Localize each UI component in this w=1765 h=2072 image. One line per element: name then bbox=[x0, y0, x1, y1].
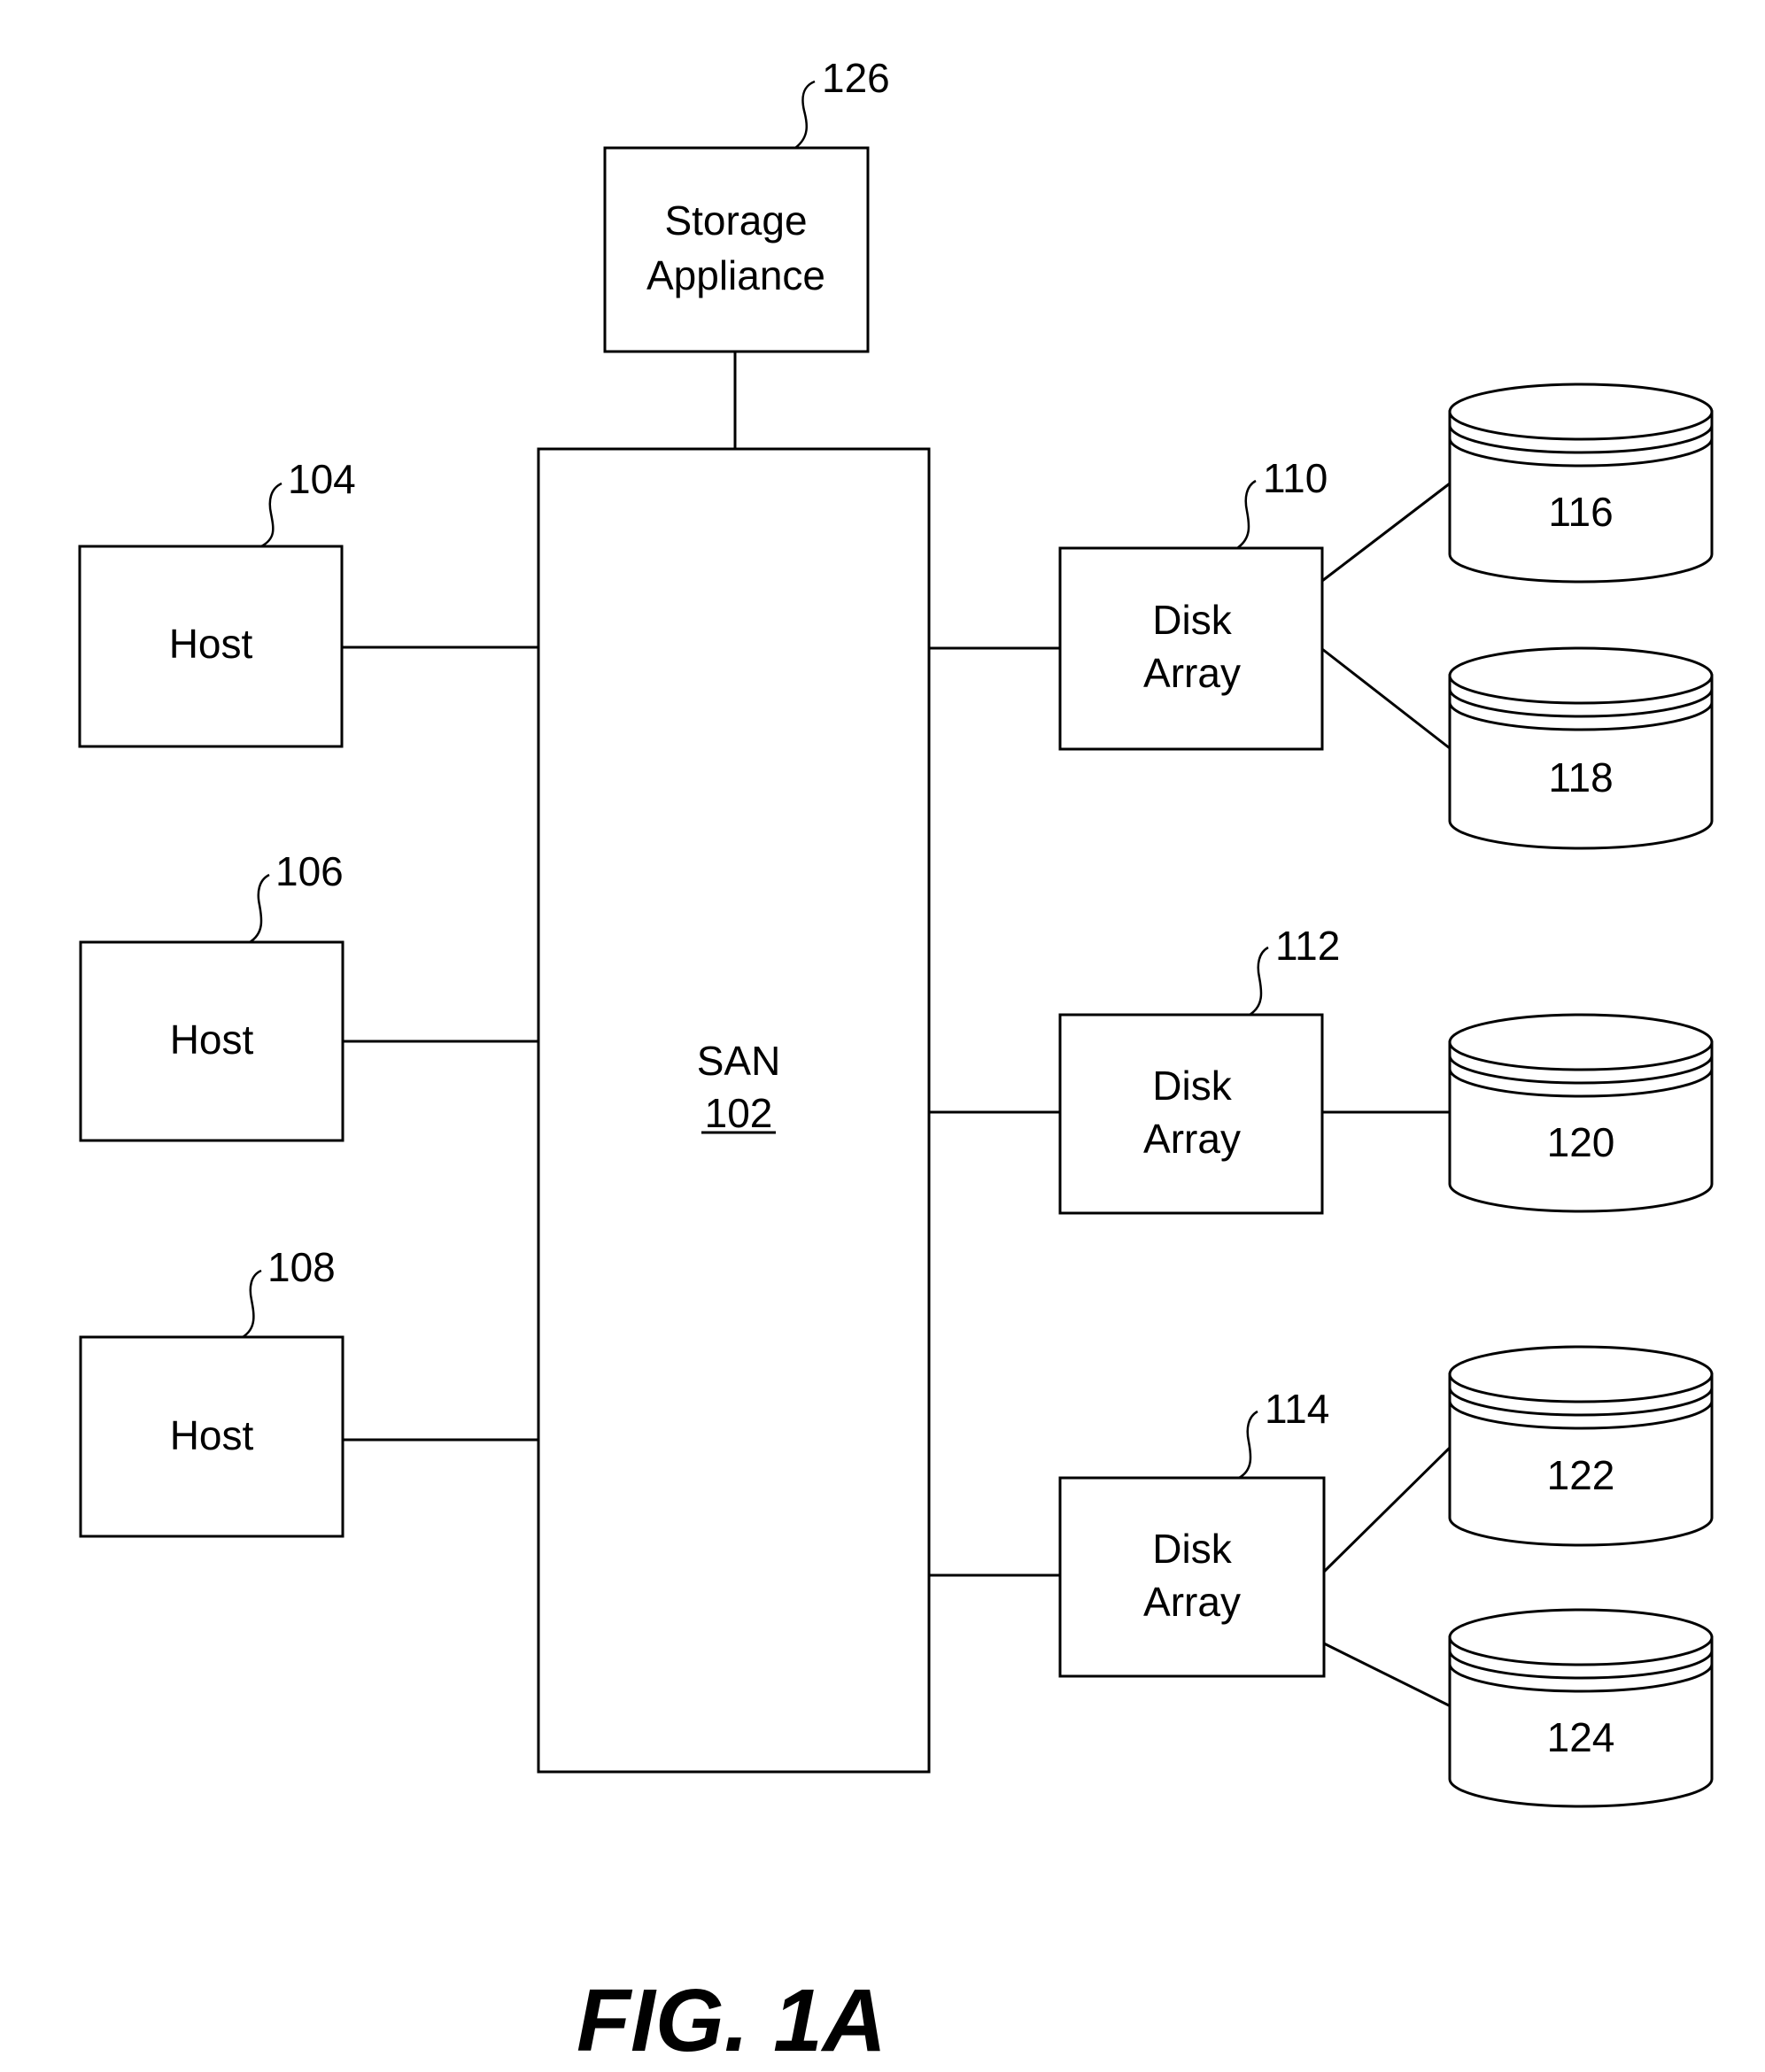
host-ref-leader bbox=[249, 873, 270, 944]
host-node: Host 106 bbox=[79, 848, 344, 1142]
san-architecture-diagram: Storage Appliance 126 SAN 102 Host 104 H… bbox=[78, 55, 1714, 2070]
storage-appliance-ref-leader bbox=[794, 80, 816, 149]
disk-top-cap bbox=[1448, 383, 1714, 441]
disk-node: 124 bbox=[1448, 1608, 1714, 1808]
disk-top-cap bbox=[1448, 646, 1714, 705]
disk-top-cap bbox=[1448, 1013, 1714, 1071]
disk-array-ref-leader bbox=[1236, 479, 1257, 550]
disk-array-ref-leader bbox=[1238, 1410, 1258, 1480]
disk-array-box bbox=[1058, 546, 1324, 751]
host-label: Host bbox=[170, 1412, 254, 1458]
disk-array-label-line2: Array bbox=[1143, 650, 1241, 696]
disk-array-label-line2: Array bbox=[1143, 1579, 1241, 1625]
san-label: SAN bbox=[697, 1038, 781, 1084]
disk-label: 124 bbox=[1547, 1714, 1615, 1760]
host-node: Host 108 bbox=[79, 1244, 344, 1538]
disk-array-box bbox=[1058, 1013, 1324, 1215]
host-node: Host 104 bbox=[78, 456, 356, 748]
storage-appliance-node: Storage Appliance 126 bbox=[603, 55, 890, 353]
storage-appliance-ref: 126 bbox=[822, 55, 890, 101]
host-ref: 104 bbox=[288, 456, 356, 502]
disk-top-cap bbox=[1448, 1608, 1714, 1666]
disk-array-label-line1: Disk bbox=[1152, 1526, 1232, 1572]
storage-appliance-box bbox=[603, 146, 870, 353]
host-ref: 106 bbox=[275, 848, 344, 894]
host-ref-leader bbox=[242, 1269, 262, 1339]
disk-top-cap bbox=[1448, 1345, 1714, 1403]
disk-array-ref: 112 bbox=[1275, 923, 1340, 969]
san-ref: 102 bbox=[705, 1090, 773, 1136]
disk-array-node: Disk Array 114 bbox=[1058, 1386, 1329, 1678]
storage-appliance-label-line1: Storage bbox=[664, 197, 807, 244]
disk-array-node: Disk Array 112 bbox=[1058, 923, 1340, 1215]
disk-array-box bbox=[1058, 1476, 1326, 1678]
disk-node: 120 bbox=[1448, 1013, 1714, 1213]
disk-array-to-disk-link bbox=[1321, 647, 1451, 750]
figure-caption: FIG. 1A bbox=[577, 1971, 886, 2070]
disks-layer: 116 118 120 122 124 bbox=[1448, 383, 1714, 1808]
disk-node: 122 bbox=[1448, 1345, 1714, 1547]
disk-array-to-disk-link bbox=[1322, 1443, 1454, 1573]
disk-array-label-line1: Disk bbox=[1152, 1063, 1232, 1109]
disk-array-to-disk-link bbox=[1323, 1642, 1453, 1709]
disk-node: 116 bbox=[1448, 383, 1714, 584]
disk-array-node: Disk Array 110 bbox=[1058, 455, 1328, 751]
storage-appliance-label-line2: Appliance bbox=[646, 252, 825, 298]
host-ref-leader bbox=[260, 482, 283, 548]
disk-array-ref-leader bbox=[1249, 946, 1269, 1017]
disk-node: 118 bbox=[1448, 646, 1714, 850]
disk-array-to-disk-link bbox=[1321, 482, 1451, 583]
host-label: Host bbox=[170, 1017, 254, 1063]
host-label: Host bbox=[169, 621, 253, 667]
disk-label: 120 bbox=[1547, 1119, 1615, 1165]
disk-label: 116 bbox=[1548, 489, 1613, 535]
disk-array-label-line2: Array bbox=[1143, 1116, 1241, 1162]
disk-array-ref: 110 bbox=[1263, 455, 1328, 501]
disk-array-label-line1: Disk bbox=[1152, 597, 1232, 643]
disk-array-ref: 114 bbox=[1265, 1386, 1329, 1432]
disk-label: 122 bbox=[1547, 1452, 1615, 1498]
disk-label: 118 bbox=[1548, 754, 1613, 800]
host-ref: 108 bbox=[267, 1244, 336, 1290]
san-node: SAN 102 bbox=[537, 447, 931, 1774]
